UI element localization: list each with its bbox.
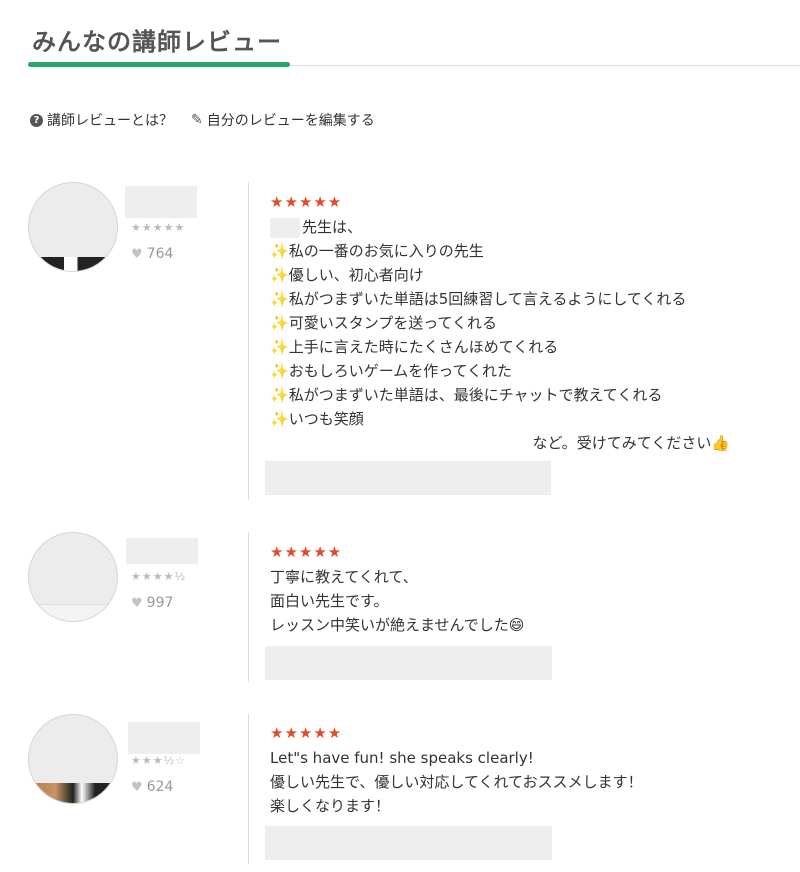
likes-count: ♥ 997	[131, 595, 174, 611]
sparkles-icon: ✨	[270, 242, 289, 260]
review-stars: ★★★★★	[270, 193, 343, 211]
review-divider	[248, 182, 249, 500]
sparkles-icon: ✨	[270, 266, 289, 284]
sparkles-icon: ✨	[270, 290, 289, 308]
review-divider	[248, 532, 249, 682]
question-circle-icon: ?	[30, 113, 43, 127]
review-body: ★★★★★ 丁寧に教えてくれて、 面白い先生です。 レッスン中笑いが絶えませんで…	[270, 543, 770, 637]
review-divider	[248, 714, 249, 864]
avatar[interactable]	[28, 532, 118, 622]
avatar[interactable]	[28, 182, 118, 272]
reviewer-rating: ★★★★½	[131, 570, 187, 583]
reviewer-rating: ★★★★★	[131, 221, 186, 234]
reviewer-rating: ★★★½☆	[131, 754, 187, 767]
about-reviews-label: 講師レビューとは？	[47, 113, 173, 129]
page-title: みんなの講師レビュー	[32, 28, 282, 56]
sparkles-icon: ✨	[270, 410, 289, 428]
heart-icon: ♥	[131, 779, 143, 795]
edit-my-review-link[interactable]: ✎ 自分のレビューを編集する	[191, 110, 375, 130]
sparkles-icon: ✨	[270, 362, 289, 380]
reply-box	[265, 826, 552, 860]
reviewer-name[interactable]	[125, 186, 197, 218]
edit-my-review-label: 自分のレビューを編集する	[206, 113, 375, 129]
sparkles-icon: ✨	[270, 314, 289, 332]
likes-count: ♥ 764	[131, 246, 174, 262]
reviewer-name[interactable]	[126, 538, 198, 564]
review-body: ★★★★★ 先生は、 ✨私の一番のお気に入りの先生 ✨優しい、初心者向け ✨私が…	[270, 193, 770, 455]
review-body: ★★★★★ Let"s have fun! she speaks clearly…	[270, 724, 770, 818]
teacher-name-blank	[270, 217, 300, 238]
sparkles-icon: ✨	[270, 338, 289, 356]
heart-icon: ♥	[131, 246, 143, 262]
avatar[interactable]	[28, 714, 118, 804]
review-stars: ★★★★★	[270, 724, 343, 742]
review-stars: ★★★★★	[270, 543, 343, 561]
sparkles-icon: ✨	[270, 386, 289, 404]
header-links: ? 講師レビューとは？ ✎ 自分のレビューを編集する	[30, 110, 375, 130]
reply-box	[265, 646, 552, 680]
reply-box	[265, 461, 551, 495]
reviewer-name[interactable]	[128, 722, 200, 754]
heart-icon: ♥	[131, 595, 143, 611]
title-underline-accent	[28, 62, 290, 67]
about-reviews-link[interactable]: ? 講師レビューとは？	[30, 110, 173, 130]
likes-count: ♥ 624	[131, 779, 174, 795]
pencil-icon: ✎	[191, 112, 203, 128]
